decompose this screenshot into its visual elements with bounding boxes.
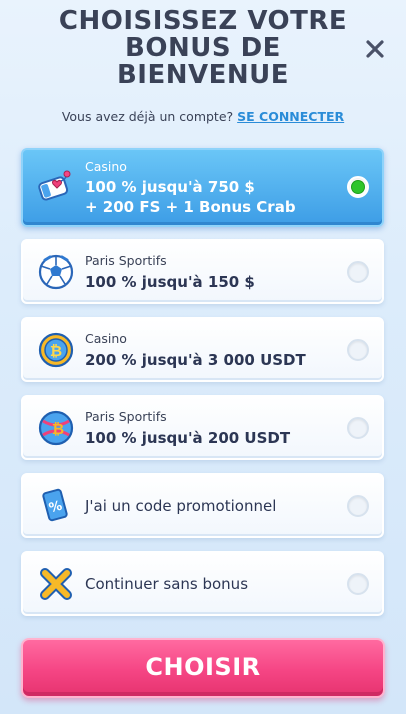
option-radio[interactable]	[347, 417, 369, 439]
bitcoin-coin-icon: ₿	[37, 331, 75, 369]
close-icon	[366, 40, 384, 58]
option-label: Continuer sans bonus	[85, 575, 249, 593]
bonus-option-casino-750[interactable]: Casino 100 % jusqu'à 750 $ + 200 FS + 1 …	[21, 148, 384, 227]
bonus-option-sports-200-usdt[interactable]: ₿ Paris Sportifs 100 % jusqu'à 200 USDT	[21, 395, 384, 460]
bonus-option-casino-3000-usdt[interactable]: ₿ Casino 200 % jusqu'à 3 000 USDT	[21, 317, 384, 382]
page-title: CHOISISSEZ VOTRE BONUS DE BIENVENUE	[50, 8, 356, 89]
option-offer-line-1: 100 % jusqu'à 150 $	[85, 273, 255, 291]
close-button[interactable]	[364, 38, 386, 60]
option-offer-line-1: 100 % jusqu'à 200 USDT	[85, 429, 291, 447]
option-offer-line-2: + 200 FS + 1 Bonus Crab	[85, 198, 296, 216]
ticket-heart-icon	[37, 168, 75, 206]
title-line-1: CHOISISSEZ VOTRE	[58, 6, 348, 36]
option-radio[interactable]	[347, 176, 369, 198]
bitcoin-ball-icon: ₿	[37, 409, 75, 447]
percent-ticket-icon: %	[37, 487, 75, 525]
choose-button[interactable]: CHOISIR	[21, 638, 385, 698]
option-category: Casino	[85, 331, 127, 346]
svg-text:₿: ₿	[52, 420, 64, 438]
x-mark-icon	[37, 565, 75, 603]
bonus-option-promo-code[interactable]: % J'ai un code promotionnel	[21, 473, 384, 538]
svg-text:₿: ₿	[50, 342, 62, 360]
option-radio[interactable]	[347, 339, 369, 361]
option-offer-line-1: 100 % jusqu'à 750 $	[85, 178, 255, 196]
bonus-option-no-bonus[interactable]: Continuer sans bonus	[21, 551, 384, 616]
option-category: Paris Sportifs	[85, 253, 167, 268]
option-category: Casino	[85, 159, 127, 174]
login-prompt-text: Vous avez déjà un compte?	[61, 109, 234, 124]
option-radio[interactable]	[347, 573, 369, 595]
soccer-ball-icon	[37, 253, 75, 291]
bonus-option-sports-150[interactable]: Paris Sportifs 100 % jusqu'à 150 $	[21, 239, 384, 304]
title-line-3: BIENVENUE	[116, 60, 290, 90]
option-label: J'ai un code promotionnel	[85, 497, 277, 515]
option-category: Paris Sportifs	[85, 409, 167, 424]
login-link[interactable]: SE CONNECTER	[237, 109, 344, 124]
option-radio[interactable]	[347, 495, 369, 517]
option-radio[interactable]	[347, 261, 369, 283]
login-prompt: Vous avez déjà un compte? SE CONNECTER	[0, 109, 406, 124]
title-line-2: BONUS DE	[125, 33, 281, 63]
option-offer-line-1: 200 % jusqu'à 3 000 USDT	[85, 351, 306, 369]
